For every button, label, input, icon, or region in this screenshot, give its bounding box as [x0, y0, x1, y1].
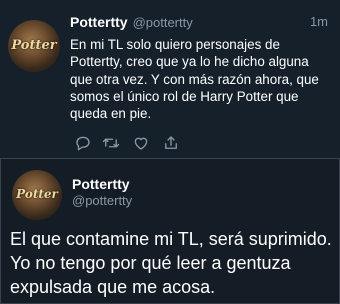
- share-icon[interactable]: [162, 134, 180, 152]
- like-icon[interactable]: [132, 134, 150, 152]
- tweet-text: El que contamine mi TL, será suprimido. …: [10, 229, 332, 297]
- user-handle[interactable]: @pottertty: [72, 193, 132, 208]
- user-handle[interactable]: @pottertty: [133, 15, 193, 30]
- reply-icon[interactable]: [74, 134, 92, 152]
- display-name[interactable]: Pottertty: [72, 176, 130, 192]
- avatar[interactable]: Potter: [8, 20, 60, 72]
- avatar-logo: Potter: [16, 187, 58, 201]
- avatar[interactable]: Potter: [12, 170, 62, 220]
- tweet-card[interactable]: Potter Pottertty @pottertty 1m En mi TL s…: [0, 0, 340, 159]
- tweet-timestamp[interactable]: 1m: [310, 14, 328, 29]
- display-name[interactable]: Pottertty: [70, 14, 128, 30]
- tweet-header: Pottertty @pottertty 1m: [70, 14, 332, 32]
- retweet-icon[interactable]: [102, 134, 120, 152]
- tweet-text: En mi TL solo quiero personajes de Potte…: [70, 37, 319, 122]
- avatar-logo: Potter: [11, 38, 57, 53]
